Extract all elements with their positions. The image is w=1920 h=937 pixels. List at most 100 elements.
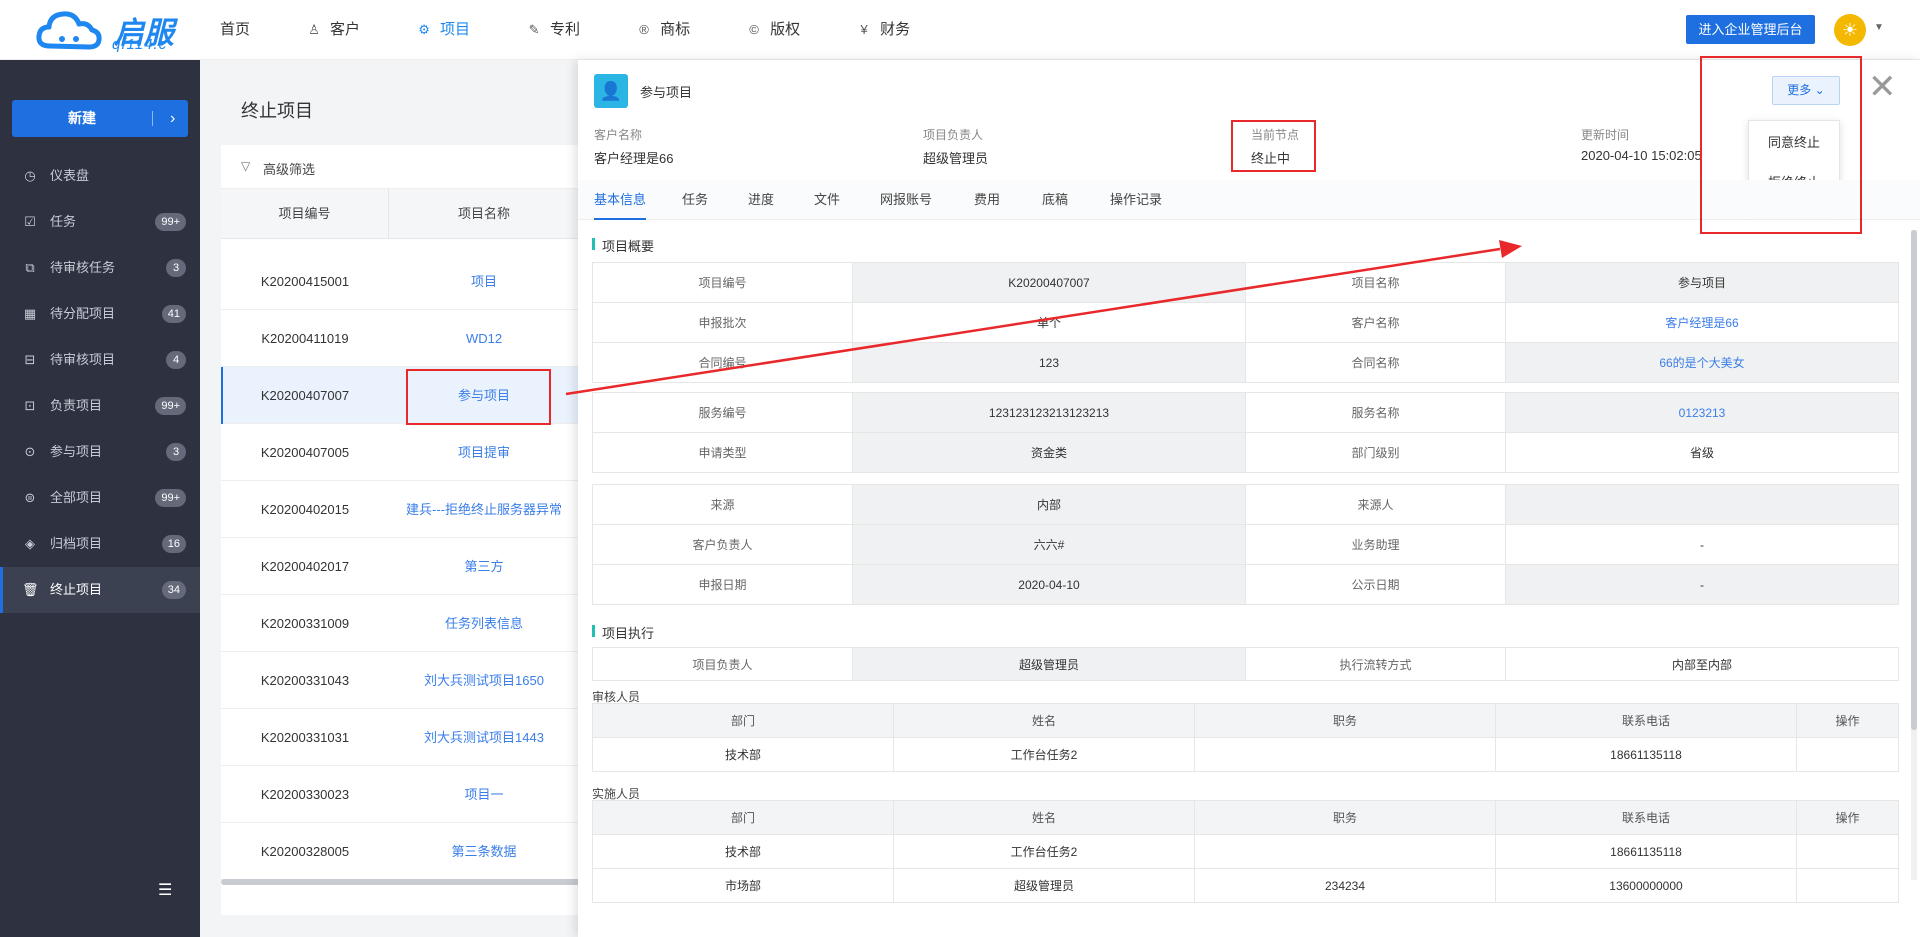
people-cell <box>1194 834 1496 869</box>
field-label: 服务编号 <box>592 392 853 433</box>
sidebar-item-2[interactable]: ⧉ 待审核任务 3 <box>0 245 200 291</box>
people-cell[interactable] <box>1796 737 1899 772</box>
nav-item-0[interactable]: 首页 <box>220 0 250 60</box>
project-name-link[interactable]: 第三条数据 <box>389 823 579 880</box>
nav-item-6[interactable]: ¥ 财务 <box>856 0 910 60</box>
enter-admin-button[interactable]: 进入企业管理后台 <box>1686 15 1815 44</box>
table-row[interactable]: K20200328005 第三条数据 <box>221 823 601 880</box>
tab-3[interactable]: 文件 <box>814 180 840 220</box>
table-row[interactable]: K20200331009 任务列表信息 <box>221 595 601 652</box>
column-header: 职务 <box>1194 800 1496 835</box>
vertical-scrollbar-thumb[interactable] <box>1911 230 1917 730</box>
close-icon[interactable]: ✕ <box>1868 70 1897 104</box>
tab-5[interactable]: 费用 <box>974 180 1000 220</box>
sidebar-item-0[interactable]: ◷ 仪表盘 <box>0 153 200 199</box>
field-label: 合同名称 <box>1245 342 1506 383</box>
tab-0[interactable]: 基本信息 <box>594 180 647 220</box>
execution-table: 项目负责人 超级管理员 执行流转方式 内部至内部 <box>592 647 1899 681</box>
field-value: 123123123213123213 <box>852 392 1246 433</box>
tab-7[interactable]: 操作记录 <box>1110 180 1162 220</box>
table-row[interactable]: K20200331043 刘大兵测试项目1650 <box>221 652 601 709</box>
table-row[interactable]: K20200402017 第三方 <box>221 538 601 595</box>
project-code: K20200331009 <box>260 616 350 631</box>
field-value[interactable]: 客户经理是66 <box>1505 302 1899 343</box>
tab-6[interactable]: 底稿 <box>1042 180 1068 220</box>
column-header: 联系电话 <box>1495 800 1797 835</box>
meta-value: 2020-04-10 15:02:05 <box>1581 148 1702 163</box>
chevron-down-icon[interactable]: ▼ <box>1874 22 1884 33</box>
field-value[interactable]: 0123213 <box>1505 392 1899 433</box>
overview-table-2: 服务编号 123123123213123213 服务名称 0123213 申请类型 资金类… <box>592 392 1899 473</box>
nav-item-4[interactable]: ® 商标 <box>636 0 690 60</box>
project-name-link[interactable]: 项目 <box>389 253 579 310</box>
table-row[interactable]: K20200407005 项目提审 <box>221 424 601 481</box>
collapse-menu-icon[interactable]: ☰ <box>158 880 172 900</box>
sidebar-item-3[interactable]: ▦ 待分配项目 41 <box>0 291 200 337</box>
advanced-filter[interactable]: ▽ 高级筛选 <box>221 145 601 189</box>
nav-item-3[interactable]: ✎ 专利 <box>526 0 580 60</box>
project-name-link[interactable]: 任务列表信息 <box>389 595 579 652</box>
table-row[interactable]: K20200330023 项目一 <box>221 766 601 823</box>
chevron-right-icon[interactable]: › <box>170 100 175 137</box>
archive-icon: ◈ <box>25 536 35 551</box>
column-header-code[interactable]: 项目编号 <box>221 189 389 239</box>
table-body: K20200415001 项目 K20200411019 WD12 K202004070… <box>221 253 601 880</box>
sidebar-item-label: 仪表盘 <box>50 168 90 183</box>
field-value: - <box>1505 524 1899 565</box>
field-label: 公示日期 <box>1245 564 1506 605</box>
sidebar-item-1[interactable]: ☑ 任务 99+ <box>0 199 200 245</box>
sidebar-item-6[interactable]: ⊙ 参与项目 3 <box>0 429 200 475</box>
table-row[interactable]: K20200415001 项目 <box>221 253 601 310</box>
sidebar-item-4[interactable]: ⊟ 待审核项目 4 <box>0 337 200 383</box>
nav-item-1[interactable]: ♙ 客户 <box>306 0 360 60</box>
new-button[interactable]: 新建 › <box>12 100 188 137</box>
project-name-link[interactable]: 项目提审 <box>389 424 579 481</box>
meta-customer: 客户名称 客户经理是66 <box>594 126 673 167</box>
people-header-row: 部门 姓名 职务 联系电话 操作 <box>592 800 1899 835</box>
table-row[interactable]: K20200331031 刘大兵测试项目1443 <box>221 709 601 766</box>
project-name-link[interactable]: 建兵---拒绝终止服务器异常 <box>389 481 579 538</box>
people-cell[interactable] <box>1796 834 1899 869</box>
count-badge: 99+ <box>155 213 186 231</box>
horizontal-scrollbar[interactable] <box>221 879 581 885</box>
project-name-link[interactable]: WD12 <box>389 310 579 367</box>
sidebar-item-7[interactable]: ⊜ 全部项目 99+ <box>0 475 200 521</box>
project-name-link[interactable]: 刘大兵测试项目1443 <box>389 709 579 766</box>
nav-item-5[interactable]: © 版权 <box>746 0 800 60</box>
column-header: 部门 <box>592 703 894 738</box>
project-icon: ⚙ <box>418 22 430 37</box>
table-row[interactable]: K20200411019 WD12 <box>221 310 601 367</box>
field-value[interactable]: 66的是个大美女 <box>1505 342 1899 383</box>
project-name-link[interactable]: 项目一 <box>389 766 579 823</box>
tab-1[interactable]: 任务 <box>682 180 708 220</box>
meta-value: 超级管理员 <box>923 151 989 166</box>
dashboard-icon: ◷ <box>24 168 36 183</box>
column-header: 部门 <box>592 800 894 835</box>
nav-item-label: 版权 <box>770 21 801 38</box>
project-avatar-icon: 👤 <box>594 74 628 108</box>
field-value: K20200407007 <box>852 262 1246 303</box>
sidebar-item-8[interactable]: ◈ 归档项目 16 <box>0 521 200 567</box>
main-nav: 首页 ♙ 客户 ⚙ 项目 ✎ 专利 ® 商标 © 版权 ¥ 财务 <box>220 0 966 60</box>
field-label: 业务助理 <box>1245 524 1506 565</box>
project-code: K20200330023 <box>260 787 350 802</box>
joined-project-icon: ⊙ <box>24 444 36 459</box>
sidebar-item-5[interactable]: ⊡ 负责项目 99+ <box>0 383 200 429</box>
user-avatar[interactable]: ☀ <box>1834 14 1866 46</box>
meta-project-owner: 项目负责人 超级管理员 <box>923 126 988 167</box>
nav-item-label: 商标 <box>660 21 691 38</box>
project-name-link[interactable]: 刘大兵测试项目1650 <box>389 652 579 709</box>
column-header-name[interactable]: 项目名称 <box>389 189 579 239</box>
brand-logo[interactable]: 启服 qf114.c <box>36 6 186 54</box>
table-row[interactable]: K20200402015 建兵---拒绝终止服务器异常 <box>221 481 601 538</box>
people-cell[interactable] <box>1796 868 1899 903</box>
field-label: 合同编号 <box>592 342 853 383</box>
nav-item-label: 项目 <box>440 21 471 38</box>
nav-item-2[interactable]: ⚙ 项目 <box>416 0 470 60</box>
tab-2[interactable]: 进度 <box>748 180 774 220</box>
field-value <box>1505 484 1899 525</box>
tab-4[interactable]: 网报账号 <box>880 180 932 220</box>
sidebar-item-9[interactable]: 🗑 终止项目 34 <box>0 567 200 613</box>
project-name-link[interactable]: 第三方 <box>389 538 579 595</box>
people-cell: 工作台任务2 <box>893 834 1195 869</box>
